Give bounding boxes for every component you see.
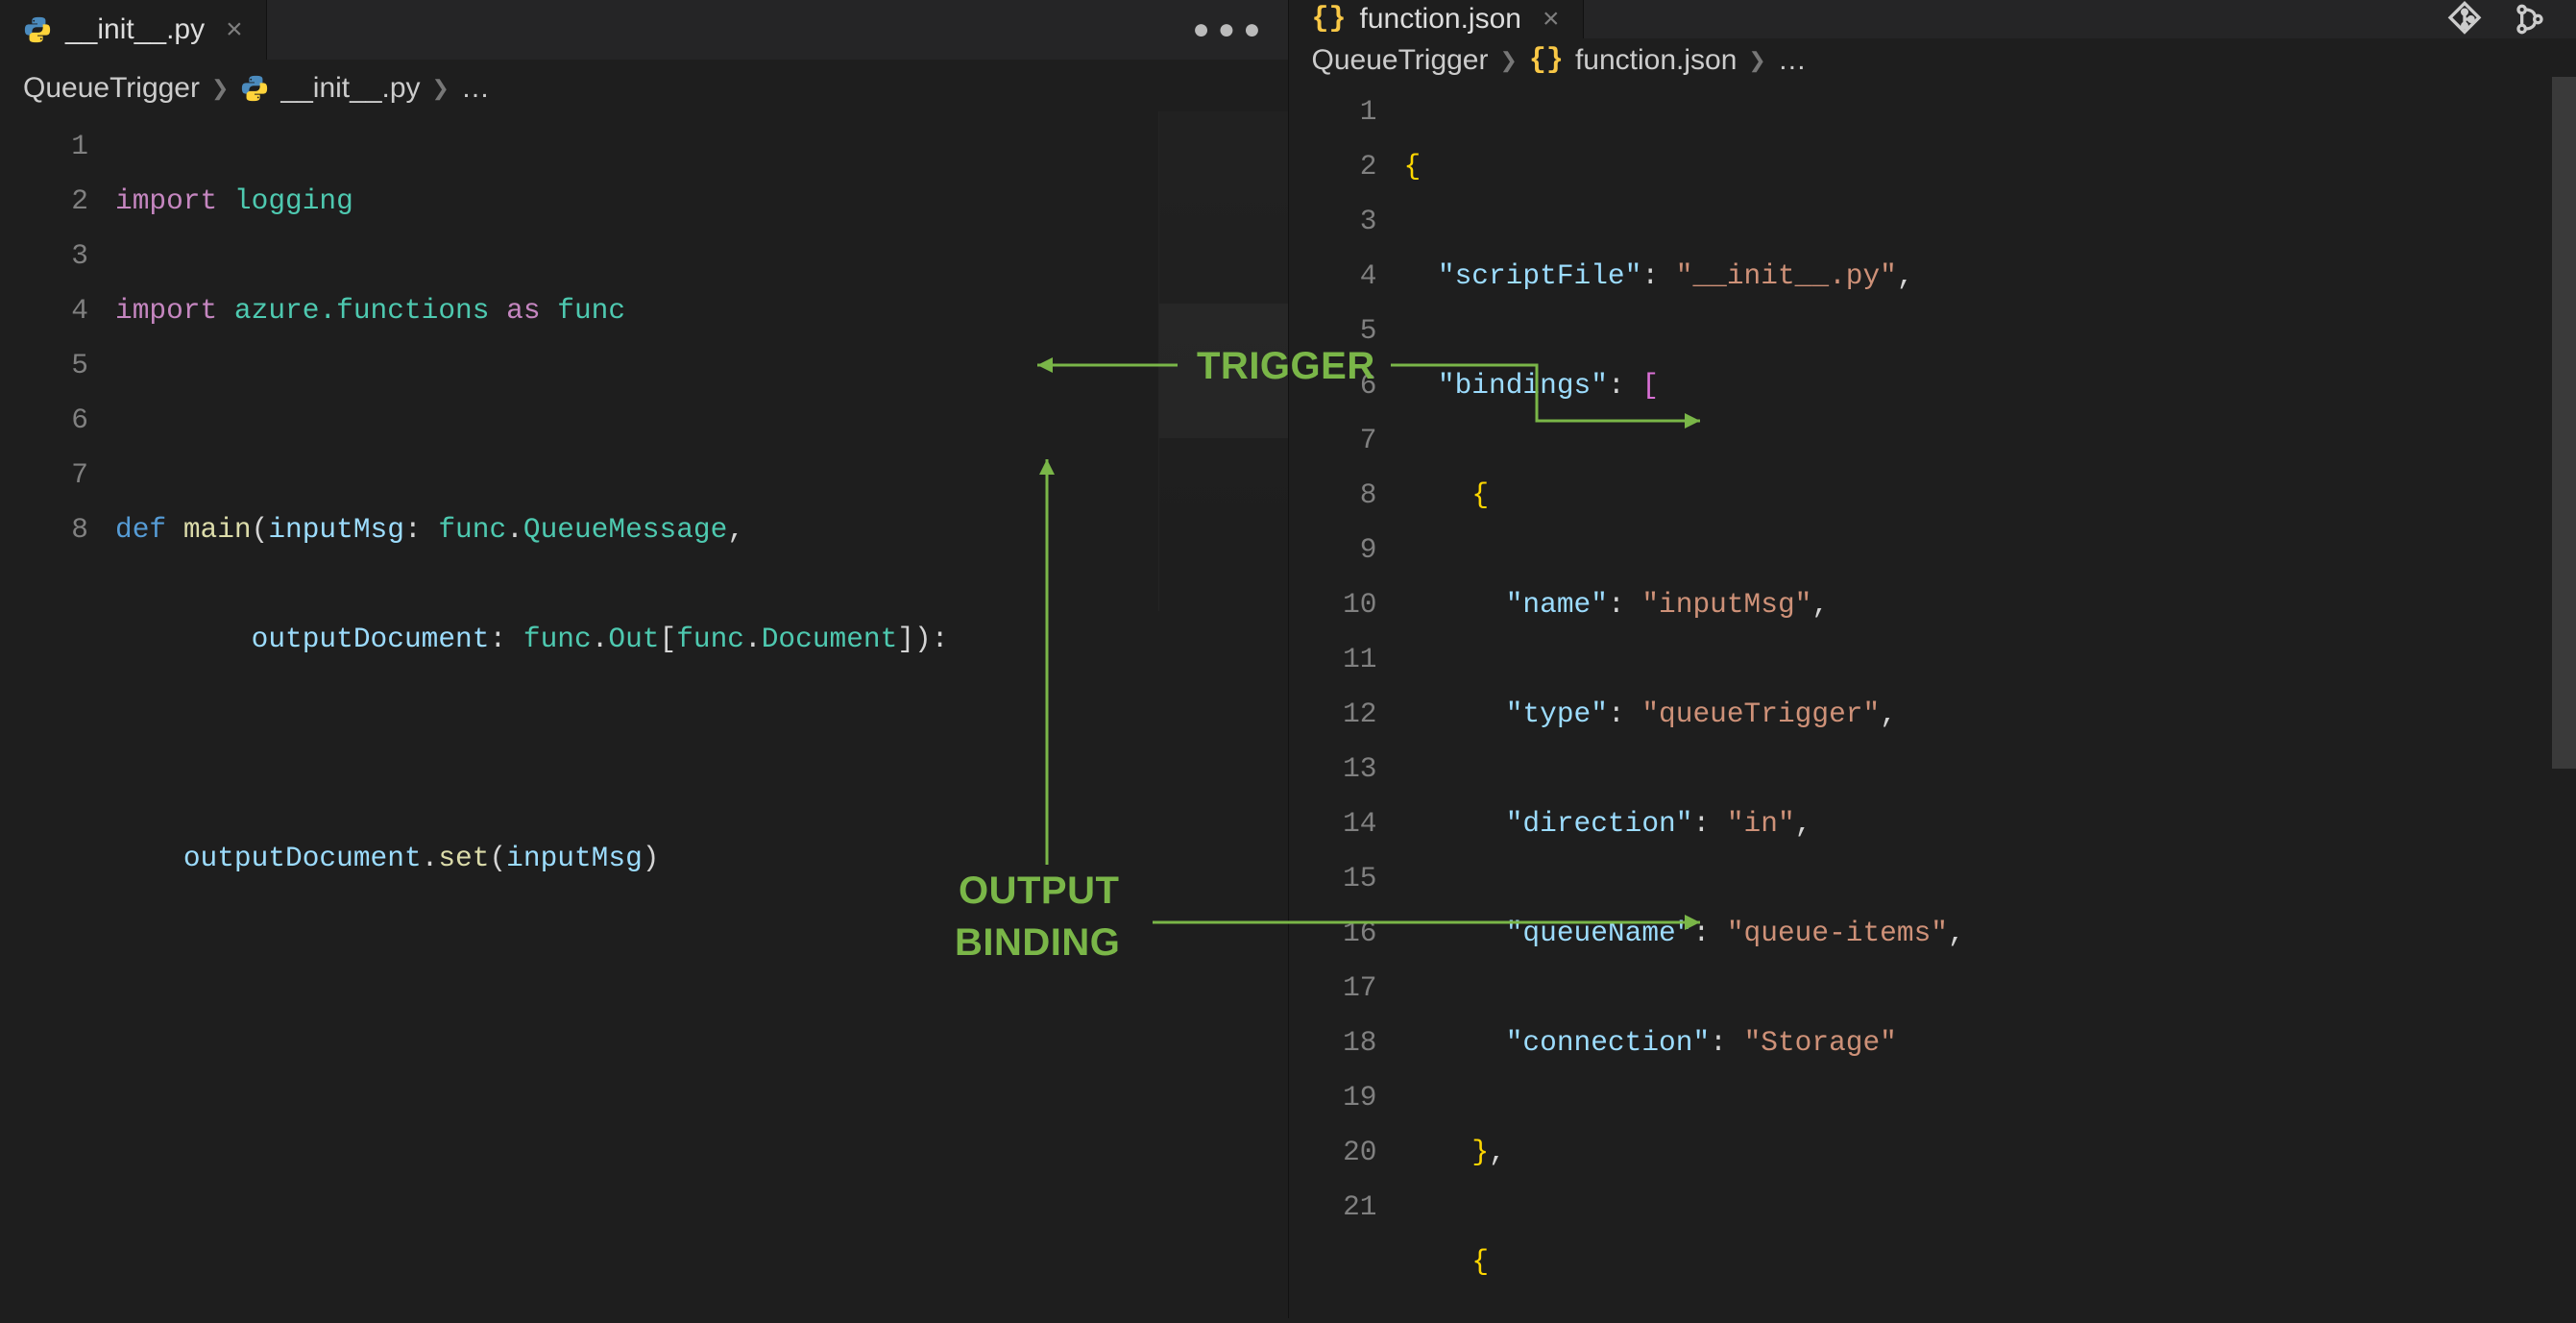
line-number: 8 [0,502,88,557]
close-icon[interactable]: × [1543,3,1560,36]
line-number: 7 [0,448,88,502]
tab-label: __init__.py [65,13,205,46]
minimap[interactable] [1158,111,1288,611]
line-number: 1 [0,119,88,174]
code-content[interactable]: { "scriptFile": "__init__.py", "bindings… [1404,85,2576,1318]
line-number: 11 [1289,632,1377,687]
chevron-right-icon: ❯ [1499,48,1517,73]
line-number: 3 [0,229,88,283]
breadcrumb-file[interactable]: function.json [1575,44,1737,77]
line-number-gutter: 1 2 3 4 5 6 7 8 [0,119,115,1318]
editor-pane-right: {} function.json × QueueTrigger ❯ {} fun… [1289,0,2576,1318]
line-number: 18 [1289,1016,1377,1070]
line-number: 19 [1289,1070,1377,1125]
breadcrumb-more[interactable]: … [1778,44,1807,77]
chevron-right-icon: ❯ [211,76,229,101]
line-number: 6 [0,393,88,448]
line-number: 10 [1289,577,1377,632]
breadcrumb-folder[interactable]: QueueTrigger [1312,44,1489,77]
line-number: 4 [1289,249,1377,304]
tab-init-py[interactable]: __init__.py × [0,0,267,60]
scrollbar-track [2552,77,2576,1318]
code-content[interactable]: import logging import azure.functions as… [115,119,1288,1318]
line-number: 1 [1289,85,1377,139]
line-number: 20 [1289,1125,1377,1180]
chevron-right-icon: ❯ [432,76,450,101]
line-number: 13 [1289,742,1377,796]
line-number: 16 [1289,906,1377,961]
tab-label: function.json [1360,3,1521,36]
line-number: 3 [1289,194,1377,249]
more-actions-icon[interactable]: ● ● ● [1192,13,1260,46]
breadcrumb-folder[interactable]: QueueTrigger [23,72,200,105]
line-number: 14 [1289,796,1377,851]
tab-bar-right: {} function.json × [1289,0,2576,38]
line-number: 9 [1289,523,1377,577]
tab-function-json[interactable]: {} function.json × [1289,0,1584,38]
line-number: 15 [1289,851,1377,906]
line-number-gutter: 1 2 3 4 5 6 7 8 9 10 11 12 13 14 15 16 1… [1289,85,1404,1318]
code-editor-right[interactable]: 1 2 3 4 5 6 7 8 9 10 11 12 13 14 15 16 1… [1289,77,2576,1318]
editor-pane-left: __init__.py × ● ● ● QueueTrigger ❯ __ini… [0,0,1289,1318]
breadcrumb-more[interactable]: … [461,72,490,105]
scrollbar-thumb[interactable] [2552,77,2576,769]
line-number: 17 [1289,961,1377,1016]
chevron-right-icon: ❯ [1748,48,1765,73]
line-number: 4 [0,283,88,338]
python-icon [240,74,269,103]
line-number: 2 [0,174,88,229]
line-number: 12 [1289,687,1377,742]
line-number: 5 [0,338,88,393]
line-number: 5 [1289,304,1377,358]
json-icon: {} [1312,3,1347,36]
line-number: 8 [1289,468,1377,523]
breadcrumb-bar-right[interactable]: QueueTrigger ❯ {} function.json ❯ … [1289,38,2576,77]
code-editor-left[interactable]: 1 2 3 4 5 6 7 8 import logging import az… [0,111,1288,1318]
json-icon: {} [1529,44,1564,77]
python-icon [23,15,52,44]
close-icon[interactable]: × [226,13,243,46]
line-number: 7 [1289,413,1377,468]
tab-bar-left: __init__.py × ● ● ● [0,0,1288,60]
line-number: 6 [1289,358,1377,413]
line-number: 21 [1289,1180,1377,1235]
compare-icon[interactable] [2511,0,2549,38]
breadcrumb-bar-left[interactable]: QueueTrigger ❯ __init__.py ❯ … [0,60,1288,111]
line-number: 2 [1289,139,1377,194]
breadcrumb-file[interactable]: __init__.py [280,72,420,105]
git-icon[interactable] [2445,0,2484,38]
